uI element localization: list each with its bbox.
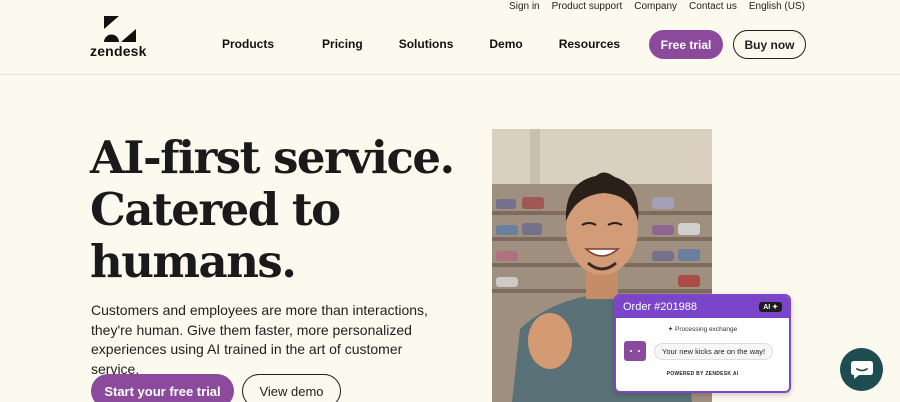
contact-us-link[interactable]: Contact us bbox=[689, 1, 737, 12]
headline-line-3: humans. bbox=[90, 235, 297, 288]
chat-card-header: Order #201988 AI ✦ bbox=[616, 296, 789, 318]
order-number: Order #201988 bbox=[623, 301, 697, 313]
free-trial-button[interactable]: Free trial bbox=[649, 30, 723, 59]
utility-nav: Sign in Product support Company Contact … bbox=[509, 1, 805, 12]
chat-bubble-icon bbox=[850, 360, 873, 379]
nav-demo[interactable]: Demo bbox=[489, 37, 522, 51]
zendesk-logo[interactable]: zendesk bbox=[90, 16, 150, 60]
chat-launcher-button[interactable] bbox=[840, 348, 883, 391]
product-support-link[interactable]: Product support bbox=[552, 1, 623, 12]
main-nav: Products Pricing Solutions Demo Resource… bbox=[222, 37, 620, 51]
nav-resources[interactable]: Resources bbox=[559, 37, 620, 51]
site-header: Sign in Product support Company Contact … bbox=[0, 0, 900, 75]
buy-now-button[interactable]: Buy now bbox=[733, 30, 806, 59]
ai-badge: AI ✦ bbox=[759, 302, 782, 312]
start-free-trial-button[interactable]: Start your free trial bbox=[91, 374, 234, 402]
chat-message: Your new kicks are on the way! bbox=[654, 342, 774, 360]
nav-solutions[interactable]: Solutions bbox=[399, 37, 454, 51]
order-chat-card: Order #201988 AI ✦ ✦ Processing exchange… bbox=[614, 294, 791, 393]
view-demo-button[interactable]: View demo bbox=[242, 374, 341, 402]
zendesk-z-logo-icon bbox=[104, 16, 136, 42]
powered-by-label: POWERED BY ZENDESK AI bbox=[666, 371, 739, 377]
bot-avatar-icon bbox=[624, 341, 646, 361]
chat-message-row: Your new kicks are on the way! bbox=[624, 341, 789, 361]
logo-wordmark: zendesk bbox=[90, 43, 147, 59]
processing-status: ✦ Processing exchange bbox=[667, 326, 738, 333]
hero-headline: AI-first service. Catered to humans. bbox=[90, 131, 455, 288]
nav-products[interactable]: Products bbox=[222, 37, 274, 51]
nav-pricing[interactable]: Pricing bbox=[322, 37, 363, 51]
language-selector[interactable]: English (US) bbox=[749, 1, 805, 12]
hero-subtext: Customers and employees are more than in… bbox=[91, 302, 428, 377]
headline-line-1: AI-first service. bbox=[90, 131, 455, 184]
sign-in-link[interactable]: Sign in bbox=[509, 1, 540, 12]
headline-line-2: Catered to bbox=[90, 183, 341, 236]
company-link[interactable]: Company bbox=[634, 1, 677, 12]
